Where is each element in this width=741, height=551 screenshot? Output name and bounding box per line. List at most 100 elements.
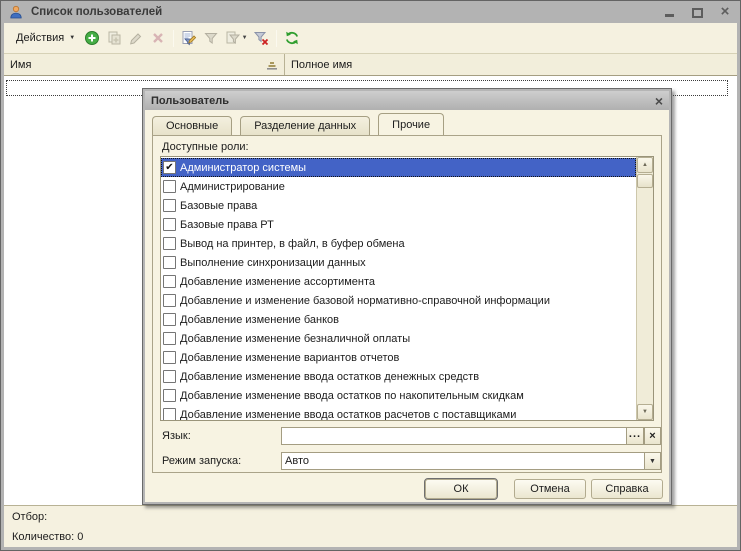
role-label: Базовые права — [180, 200, 257, 212]
role-checkbox[interactable] — [163, 275, 176, 288]
language-clear-button[interactable]: × — [644, 427, 661, 445]
count-label: Количество: — [12, 531, 74, 543]
table-header: Имя Полное имя — [4, 54, 737, 76]
sort-icon — [266, 60, 278, 70]
column-header-fullname[interactable]: Полное имя — [285, 54, 737, 75]
language-label: Язык: — [162, 430, 191, 444]
actions-menu-button[interactable]: Действия ▼ — [10, 29, 81, 47]
cancel-button[interactable]: Отмена — [514, 479, 586, 499]
roles-list[interactable]: ✔Администратор системыАдминистрирование Б… — [160, 156, 654, 421]
role-label: Добавление изменение ассортимента — [180, 276, 375, 288]
filter-settings-icon — [181, 30, 197, 46]
filter-settings-button[interactable] — [179, 28, 199, 48]
tab-2[interactable]: Прочие — [378, 113, 444, 135]
filter-status-label: Отбор: — [12, 511, 729, 525]
role-row[interactable]: Добавление изменение ввода остатков дене… — [161, 367, 636, 386]
language-input[interactable] — [281, 427, 627, 445]
role-label: Добавление и изменение базовой нормативн… — [180, 295, 550, 307]
dialog-body: Основные Разделение данных Прочие Доступны… — [145, 110, 669, 502]
maximize-button[interactable] — [690, 5, 704, 19]
dialog-close-button[interactable]: × — [655, 93, 663, 109]
tab-panel-other: Доступные роли: ✔Администратор системыАд… — [152, 135, 662, 473]
role-row[interactable]: Добавление изменение ввода остатков расч… — [161, 405, 636, 421]
filter-by-value-icon — [203, 30, 219, 46]
dialog-title: Пользователь — [151, 95, 229, 107]
role-label: Добавление изменение ввода остатков дене… — [180, 371, 479, 383]
language-browse-button[interactable]: ... — [626, 427, 644, 445]
roles-rows: ✔Администратор системыАдминистрирование Б… — [161, 158, 636, 421]
menu-arrow-icon: ▼ — [69, 35, 75, 41]
close-icon: × — [721, 5, 730, 19]
role-row[interactable]: Добавление изменение вариантов отчетов — [161, 348, 636, 367]
toolbar-separator — [276, 30, 277, 47]
delete-button[interactable] — [148, 28, 168, 48]
minimize-icon — [665, 14, 674, 17]
role-label: Добавление изменение банков — [180, 314, 339, 326]
refresh-button[interactable] — [282, 28, 302, 48]
dialog-titlebar: Пользователь × — [145, 91, 669, 110]
role-label: Добавление изменение ввода остатков расч… — [180, 409, 516, 421]
clear-filter-icon — [253, 30, 269, 46]
role-checkbox[interactable] — [163, 332, 176, 345]
role-checkbox[interactable] — [163, 256, 176, 269]
copy-icon — [106, 30, 122, 46]
refresh-icon — [284, 30, 300, 46]
edit-button[interactable] — [126, 28, 146, 48]
role-row[interactable]: Базовые права РТ — [161, 215, 636, 234]
ok-button[interactable]: ОК — [425, 479, 497, 499]
role-row[interactable]: Базовые права — [161, 196, 636, 215]
add-button[interactable] — [82, 28, 102, 48]
role-label: Вывод на принтер, в файл, в буфер обмена — [180, 238, 405, 250]
app-window: Список пользователей × Действия ▼ — [0, 0, 741, 551]
window-title: Список пользователей — [31, 6, 162, 18]
role-label: Добавление изменение ввода остатков по н… — [180, 390, 524, 402]
tab-0[interactable]: Основные — [152, 116, 232, 135]
scroll-thumb[interactable] — [637, 174, 653, 188]
role-checkbox[interactable] — [163, 370, 176, 383]
column-header-name[interactable]: Имя — [4, 54, 285, 75]
role-row[interactable]: ✔Администратор системы — [161, 158, 636, 177]
user-dialog: Пользователь × Основные Разделение данных… — [142, 88, 672, 505]
copy-button[interactable] — [104, 28, 124, 48]
role-row[interactable]: Выполнение синхронизации данных — [161, 253, 636, 272]
role-checkbox[interactable] — [163, 389, 176, 402]
launch-mode-label: Режим запуска: — [162, 455, 241, 469]
maximize-icon — [692, 8, 703, 18]
launch-mode-dropdown-button[interactable]: ▼ — [644, 452, 661, 470]
role-checkbox[interactable] — [163, 199, 176, 212]
role-checkbox[interactable] — [163, 351, 176, 364]
filter-by-value-button[interactable] — [201, 28, 221, 48]
close-button[interactable]: × — [718, 5, 732, 19]
role-row[interactable]: Добавление изменение ассортимента — [161, 272, 636, 291]
role-row[interactable]: Администрирование — [161, 177, 636, 196]
help-button[interactable]: Справка — [591, 479, 663, 499]
roles-label: Доступные роли: — [162, 141, 249, 153]
role-checkbox[interactable] — [163, 237, 176, 250]
clear-filter-button[interactable] — [251, 28, 271, 48]
role-row[interactable]: Добавление изменение безналичной оплаты — [161, 329, 636, 348]
tab-1[interactable]: Разделение данных — [240, 116, 370, 135]
role-label: Базовые права РТ — [180, 219, 274, 231]
role-checkbox[interactable] — [163, 313, 176, 326]
role-checkbox[interactable] — [163, 180, 176, 193]
role-row[interactable]: Добавление изменение банков — [161, 310, 636, 329]
add-icon — [84, 30, 100, 46]
statusbar: Отбор: Количество: 0 — [4, 506, 737, 547]
role-checkbox[interactable]: ✔ — [163, 161, 176, 174]
user-icon — [9, 5, 23, 19]
scroll-up-button[interactable]: ▲ — [637, 157, 653, 173]
filter-history-dropdown-icon: ▼ — [242, 35, 248, 41]
column-fullname-label: Полное имя — [291, 59, 352, 71]
role-checkbox[interactable] — [163, 294, 176, 307]
role-row[interactable]: Вывод на принтер, в файл, в буфер обмена — [161, 234, 636, 253]
role-checkbox[interactable] — [163, 218, 176, 231]
roles-scrollbar[interactable]: ▲ ▼ — [636, 157, 653, 420]
minimize-button[interactable] — [662, 5, 676, 19]
role-row[interactable]: Добавление и изменение базовой нормативн… — [161, 291, 636, 310]
scroll-down-button[interactable]: ▼ — [637, 404, 653, 420]
filter-history-button[interactable]: ▼ — [223, 28, 249, 48]
count-value: 0 — [77, 531, 83, 543]
launch-mode-combobox[interactable]: Авто — [281, 452, 661, 470]
role-row[interactable]: Добавление изменение ввода остатков по н… — [161, 386, 636, 405]
role-checkbox[interactable] — [163, 408, 176, 421]
